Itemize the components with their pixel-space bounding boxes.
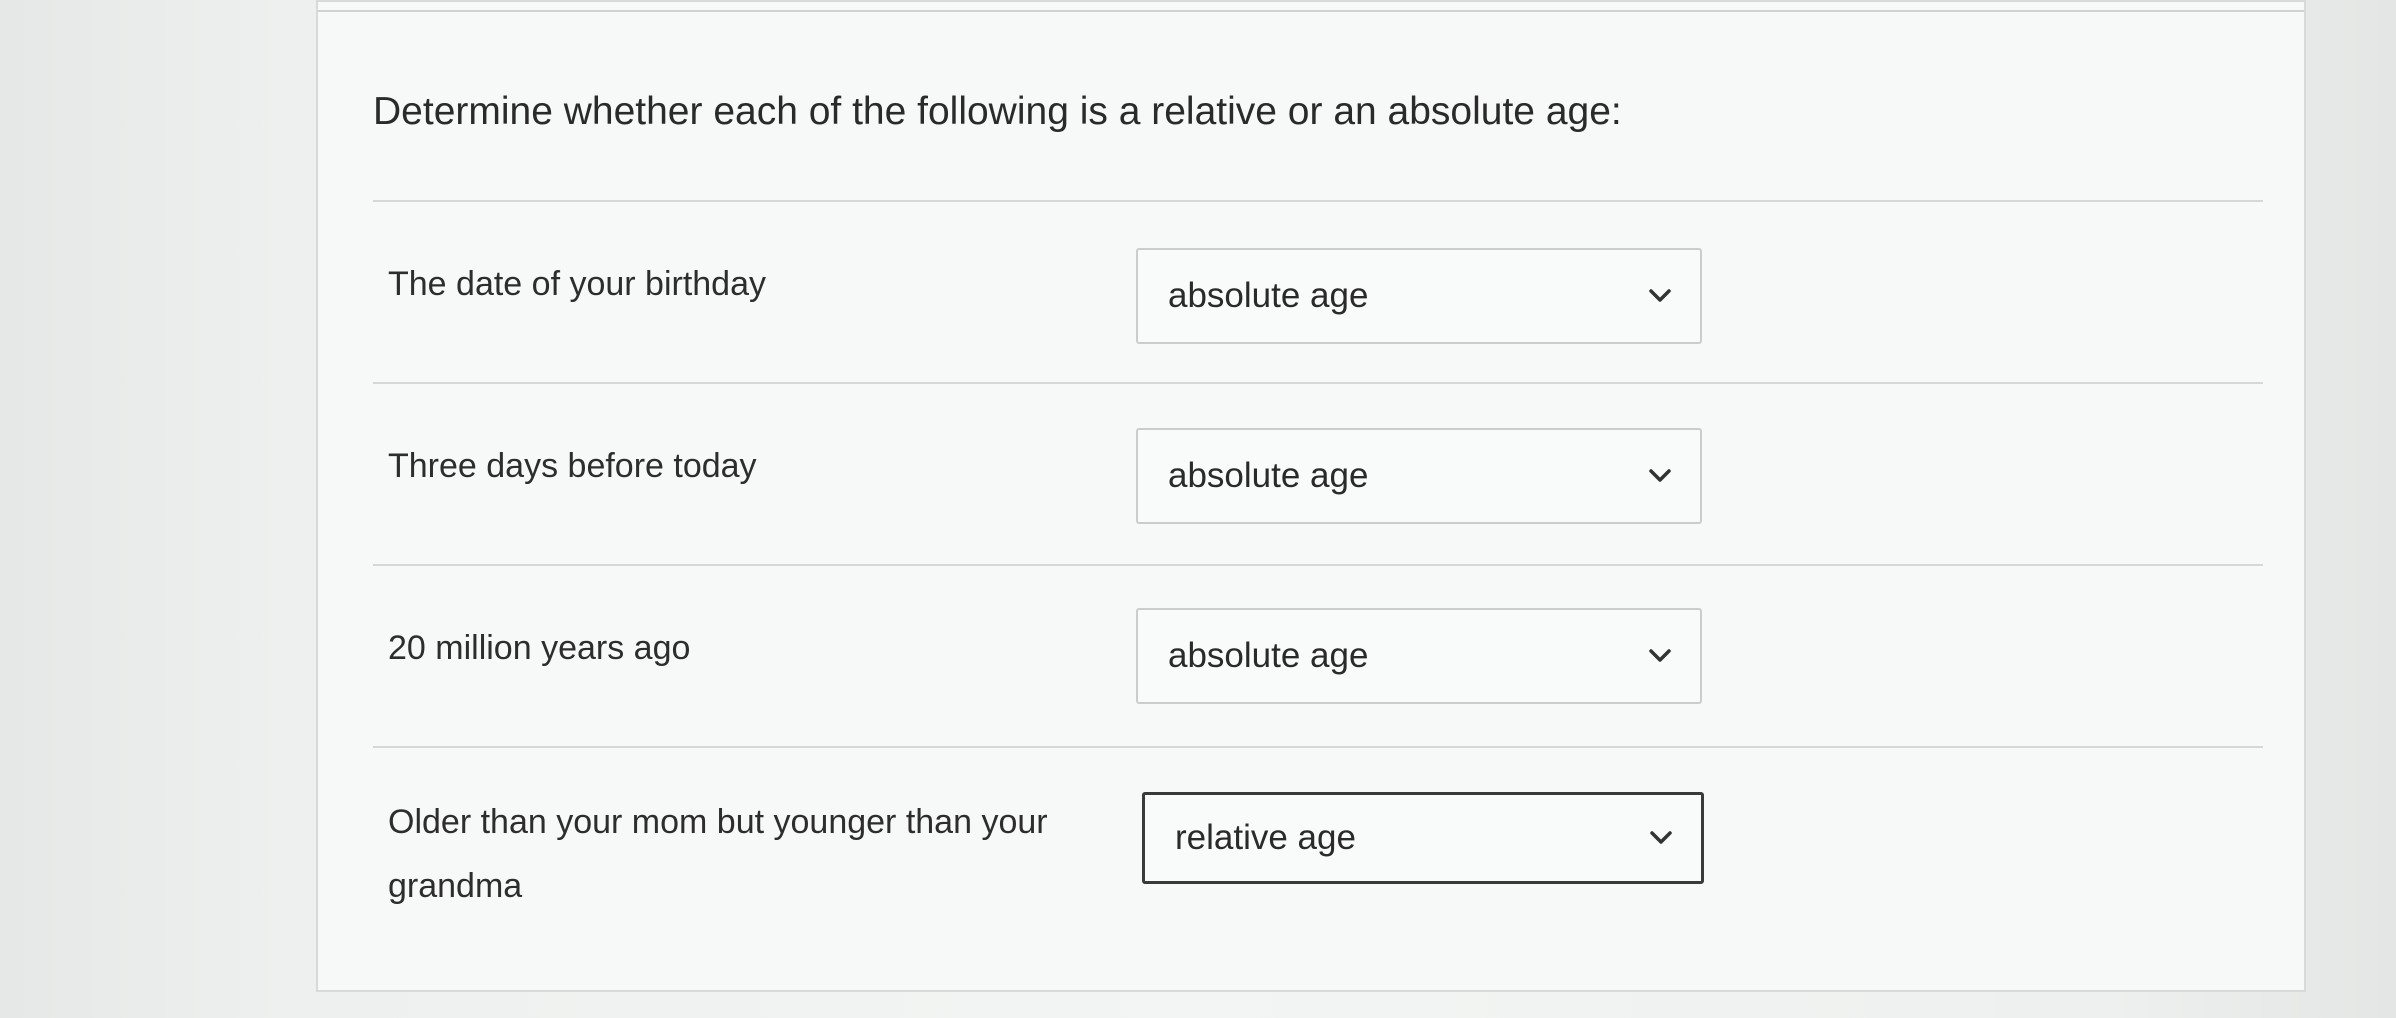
divider <box>373 382 2263 384</box>
select-value: absolute age <box>1168 276 1369 315</box>
divider <box>373 200 2263 202</box>
row-label-20-million: 20 million years ago <box>388 629 691 667</box>
age-select-mom-grandma[interactable]: relative age <box>1142 792 1704 884</box>
divider <box>373 564 2263 566</box>
chevron-down-icon <box>1646 282 1674 310</box>
select-value: absolute age <box>1168 456 1369 495</box>
select-value: absolute age <box>1168 636 1369 675</box>
chevron-down-icon <box>1647 824 1675 852</box>
select-value: relative age <box>1175 818 1356 857</box>
question-prompt: Determine whether each of the following … <box>373 90 1622 133</box>
chevron-down-icon <box>1646 462 1674 490</box>
row-label-three-days: Three days before today <box>388 447 757 485</box>
row-label-birthday: The date of your birthday <box>388 265 767 303</box>
divider <box>373 746 2263 748</box>
age-select-20-million[interactable]: absolute age <box>1136 608 1702 704</box>
row-label-mom-grandma: Older than your mom but younger than you… <box>388 803 1048 905</box>
age-select-three-days[interactable]: absolute age <box>1136 428 1702 524</box>
age-select-birthday[interactable]: absolute age <box>1136 248 1702 344</box>
card-top-border <box>318 10 2304 12</box>
question-card: Determine whether each of the following … <box>316 0 2306 992</box>
chevron-down-icon <box>1646 642 1674 670</box>
